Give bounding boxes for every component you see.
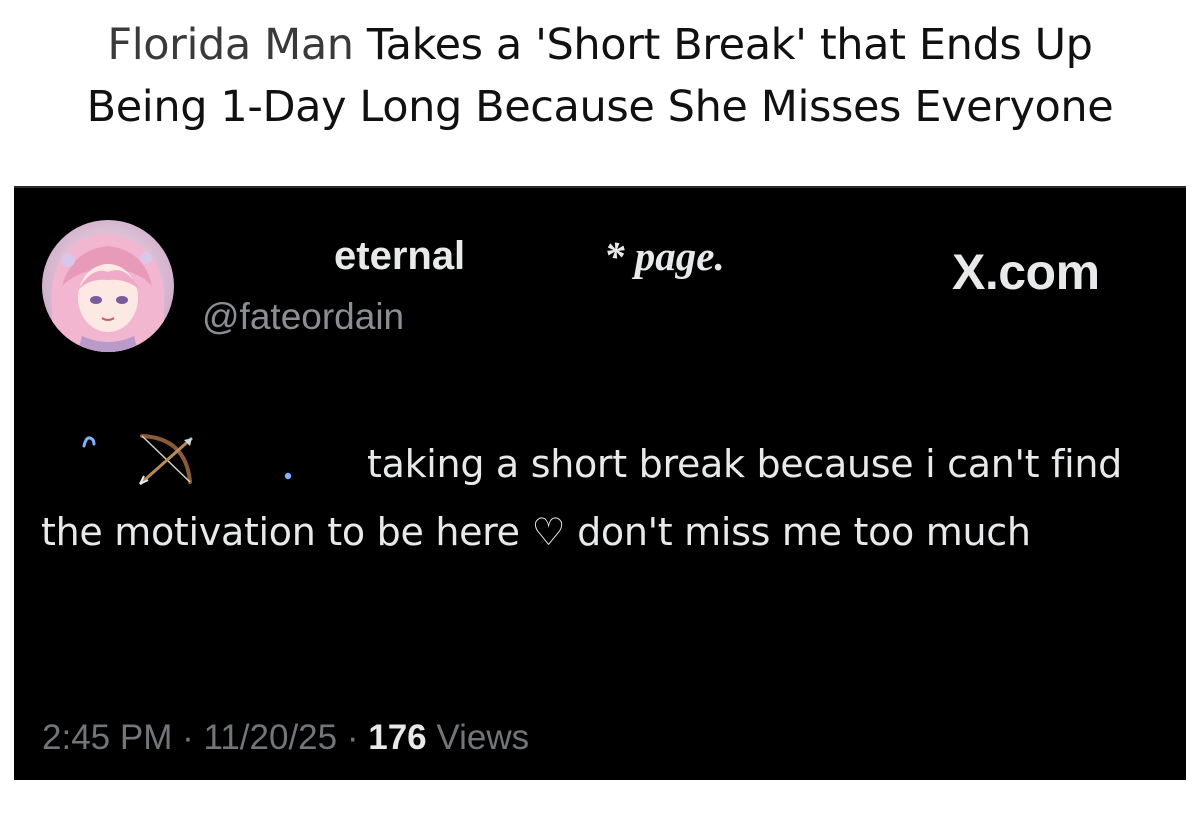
meta-separator: · [172,718,204,757]
tweet-text: taking a short break because i can't fin… [41,430,1161,566]
tweet-card: eternal * page. X.com @fateordain taking… [14,186,1186,780]
headline-kicker: Florida Man [107,20,354,70]
avatar[interactable] [42,220,174,352]
headline-text-line-1: Takes a 'Short Break' that Ends Up [366,20,1093,70]
site-label: X.com [952,244,1100,300]
views-count[interactable]: 176 [368,718,426,757]
avatar-image [42,220,174,352]
tweet-date[interactable]: 11/20/25 [203,718,337,757]
headline-text-line-2: Being 1-Day Long Because She Misses Ever… [86,82,1114,132]
tweet-metadata: 2:45 PM · 11/20/25 · 176 Views [42,718,529,758]
meta-separator: · [337,718,369,757]
tweet-time[interactable]: 2:45 PM [42,718,172,757]
user-handle[interactable]: @fateordain [202,296,404,338]
headline: Florida Man Takes a 'Short Break' that E… [0,14,1200,138]
tweet-body: taking a short break because i can't fin… [41,442,1122,554]
display-name[interactable]: eternal [334,234,465,279]
headline-line-1: Florida Man Takes a 'Short Break' that E… [0,14,1200,76]
views-label: Views [436,718,530,757]
name-tag: * page. [604,233,725,279]
